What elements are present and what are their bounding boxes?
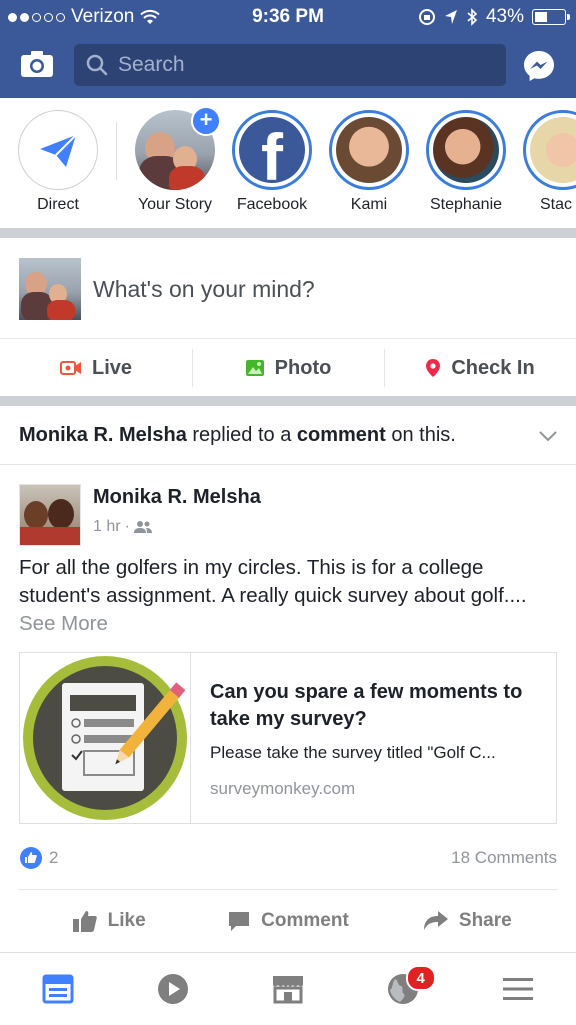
post-context-text: Monika R. Melsha replied to a comment on… [19,424,456,447]
story-facebook[interactable]: f Facebook [227,110,317,214]
story-stephanie[interactable]: Stephanie [421,110,511,214]
like-button[interactable]: Like [19,890,198,952]
link-thumbnail [20,653,191,823]
location-pin-icon [426,359,441,377]
comment-icon [229,912,250,931]
comment-label: Comment [261,910,349,931]
bluetooth-icon [467,8,478,26]
top-nav-bar: Search [0,36,576,98]
post-author[interactable]: Monika R. Melsha [93,486,261,509]
likes-count: 2 [49,848,59,867]
author-avatar[interactable] [19,484,81,546]
photo-label: Photo [274,356,332,379]
share-label: Share [458,910,512,931]
messenger-icon[interactable] [522,49,556,83]
send-icon [40,134,77,167]
stories-tray: Direct + Your Story f Facebook Kami Step… [0,98,576,228]
context-actor[interactable]: Monika R. Melsha [19,424,187,446]
tab-menu[interactable] [461,953,576,1025]
post-actions: Like Comment Share [19,889,557,952]
kami-avatar [329,110,409,190]
live-button[interactable]: Live [0,339,192,397]
link-description: Please take the survey titled "Golf C... [210,743,496,762]
story-label: Stephanie [429,196,503,213]
link-domain: surveymonkey.com [210,779,356,798]
status-bar: Verizon 9:36 PM 43% [0,0,576,36]
composer-prompt[interactable]: What's on your mind? [93,276,315,303]
story-stac[interactable]: Stac [518,110,576,214]
section-divider [0,396,576,406]
story-label: Facebook [236,196,308,213]
check-in-button[interactable]: Check In [384,339,576,397]
like-reaction-icon [20,847,42,869]
stories-divider [116,122,117,180]
composer-actions: Live Photo Check In [0,338,576,397]
section-divider [0,228,576,238]
facebook-story-avatar: f [232,110,312,190]
story-direct[interactable]: Direct [13,110,103,214]
share-button[interactable]: Share [378,890,557,952]
meta-separator: · [124,518,130,535]
photo-icon [245,360,264,376]
link-title: Can you spare a few moments to take my s… [210,681,523,730]
battery-icon [532,9,570,25]
check-in-label: Check In [451,356,535,379]
video-play-icon [157,974,188,1004]
notifications-badge: 4 [405,965,436,991]
stac-avatar [523,110,576,190]
story-label: Stac [540,196,573,213]
post-context-header[interactable]: Monika R. Melsha replied to a comment on… [0,406,576,465]
battery-percent: 43% [485,6,524,27]
tab-news-feed[interactable] [0,953,115,1025]
story-label: Direct [37,196,79,213]
story-kami[interactable]: Kami [324,110,414,214]
direct-avatar [18,110,98,190]
live-label: Live [91,356,133,379]
your-story-avatar: + [135,106,221,190]
rotation-lock-icon [418,9,435,25]
search-placeholder: Search [118,53,185,76]
hamburger-menu-icon [503,978,534,1000]
facebook-logo-icon: f [261,120,283,183]
story-label: Kami [350,196,388,213]
post-time[interactable]: 1 hr [93,518,121,536]
context-middle: replied to a [186,424,297,446]
comment-button[interactable]: Comment [198,890,377,952]
comments-count[interactable]: 18 Comments [451,848,557,868]
bottom-tab-bar: 4 [0,952,576,1025]
reactions-summary[interactable]: 2 [19,846,58,870]
search-bar[interactable]: Search [74,44,506,86]
composer[interactable]: What's on your mind? [0,238,576,338]
post-meta: 1 hr · [93,518,152,536]
tab-notifications[interactable]: 4 [346,953,461,1025]
survey-clipboard-icon [23,656,187,820]
like-label: Like [107,910,146,931]
story-your-story[interactable]: + Your Story [130,106,221,214]
share-icon [423,911,448,930]
news-feed-icon [42,974,74,1004]
tab-video[interactable] [115,953,230,1025]
thumbs-up-icon [72,911,97,932]
location-icon [444,10,457,24]
add-story-icon[interactable]: + [191,106,221,136]
story-label: Your Story [137,196,213,213]
camera-icon[interactable] [20,50,54,78]
live-video-icon [59,361,81,375]
friends-privacy-icon [133,521,152,533]
user-avatar [19,258,81,320]
stephanie-avatar [426,110,506,190]
post-body: For all the golfers in my circles. This … [19,556,527,607]
post-text: For all the golfers in my circles. This … [19,554,559,638]
chevron-down-icon[interactable] [539,431,557,442]
search-icon [86,54,108,76]
see-more-link[interactable]: See More [19,612,108,635]
marketplace-icon [273,976,303,1004]
photo-button[interactable]: Photo [192,339,384,397]
context-object[interactable]: comment [297,424,386,446]
link-preview-card[interactable]: Can you spare a few moments to take my s… [19,652,557,824]
context-tail: on this. [385,424,456,446]
tab-marketplace[interactable] [230,953,345,1025]
